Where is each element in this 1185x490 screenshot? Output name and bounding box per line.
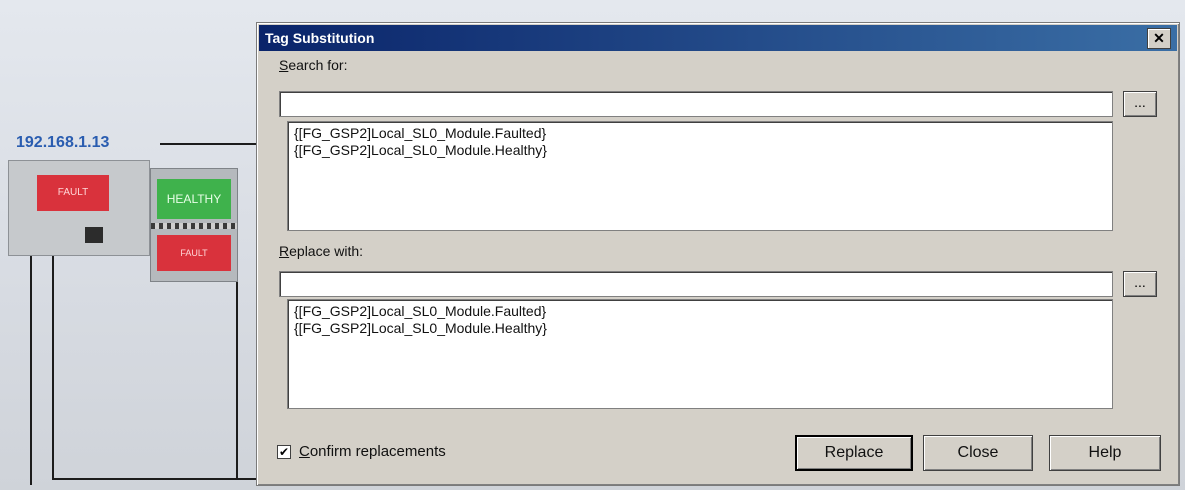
- plc-port-icon: [85, 227, 103, 243]
- replace-with-label-text: eplace with:: [289, 243, 364, 259]
- dialog-title-bar[interactable]: Tag Substitution ✕: [259, 25, 1177, 51]
- search-for-accel: S: [279, 57, 289, 73]
- confirm-replacements-checkbox[interactable]: ✔: [277, 445, 291, 459]
- replace-browse-button[interactable]: ...: [1123, 271, 1157, 297]
- help-button[interactable]: Help: [1049, 435, 1161, 471]
- close-icon[interactable]: ✕: [1147, 28, 1171, 49]
- confirm-label-text: onfirm replacements: [309, 443, 446, 460]
- network-wire: [30, 250, 32, 485]
- search-tag-list[interactable]: {[FG_GSP2]Local_SL0_Module.Faulted} {[FG…: [287, 121, 1113, 231]
- io-module: HEALTHY FAULT: [150, 168, 238, 282]
- search-browse-button[interactable]: ...: [1123, 91, 1157, 117]
- plc-module: FAULT: [8, 160, 150, 256]
- dialog-title: Tag Substitution: [265, 30, 375, 46]
- tag-substitution-dialog: Tag Substitution ✕ Search for: ... {[FG_…: [256, 22, 1180, 486]
- plc-status-lamp: FAULT: [37, 175, 109, 211]
- replace-button[interactable]: Replace: [795, 435, 913, 471]
- network-wire: [236, 250, 238, 478]
- confirm-replacements-label[interactable]: Confirm replacements: [299, 443, 446, 460]
- network-wire: [52, 478, 257, 480]
- search-for-label: Search for:: [279, 57, 347, 73]
- close-button[interactable]: Close: [923, 435, 1033, 471]
- replace-input[interactable]: [280, 272, 1112, 296]
- network-wire: [52, 250, 54, 480]
- replace-with-accel: R: [279, 243, 290, 259]
- list-item[interactable]: {[FG_GSP2]Local_SL0_Module.Faulted}: [294, 303, 1106, 320]
- ip-address-label: 192.168.1.13: [16, 134, 110, 151]
- list-item[interactable]: {[FG_GSP2]Local_SL0_Module.Healthy}: [294, 320, 1106, 337]
- replace-tag-list[interactable]: {[FG_GSP2]Local_SL0_Module.Faulted} {[FG…: [287, 299, 1113, 409]
- confirm-accel: C: [299, 443, 310, 460]
- list-item[interactable]: {[FG_GSP2]Local_SL0_Module.Faulted}: [294, 125, 1106, 142]
- fault-indicator: FAULT: [157, 235, 231, 271]
- search-field-box: [279, 91, 1113, 117]
- terminal-strip: [151, 223, 237, 229]
- search-input[interactable]: [280, 92, 1112, 116]
- replace-with-label: Replace with:: [279, 243, 363, 259]
- network-wire: [160, 143, 260, 145]
- healthy-indicator: HEALTHY: [157, 179, 231, 219]
- search-for-label-text: earch for:: [288, 57, 348, 73]
- replace-field-box: [279, 271, 1113, 297]
- list-item[interactable]: {[FG_GSP2]Local_SL0_Module.Healthy}: [294, 142, 1106, 159]
